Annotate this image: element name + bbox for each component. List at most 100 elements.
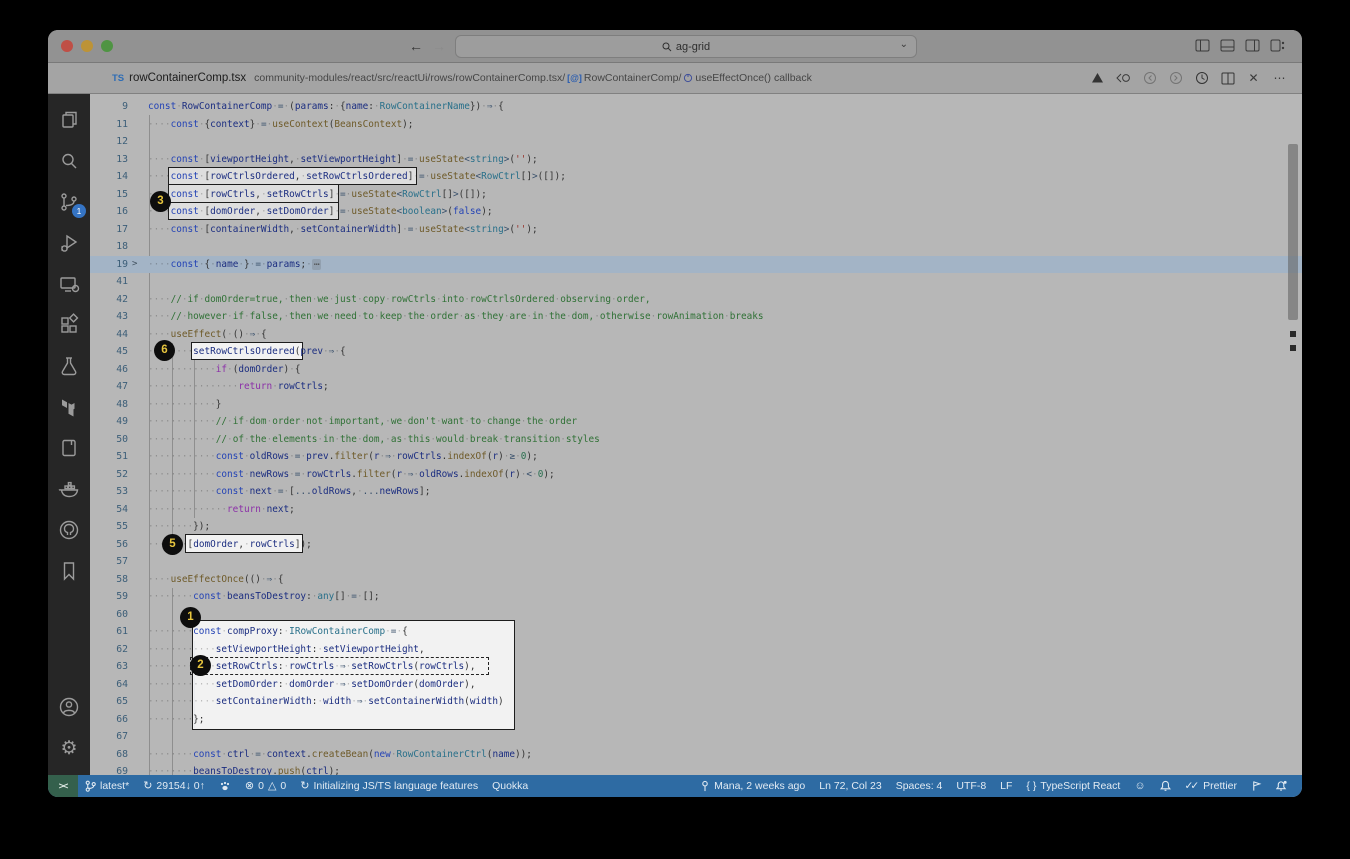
code-line: 68 ········const·ctrl·=·context.createBea… [90,746,1302,764]
remote-indicator[interactable]: >< [48,775,78,797]
zoom-window-button[interactable] [101,40,113,52]
vscode-window: ← → ag-grid ⌄ TS rowContainerComp.tsx co… [48,30,1302,797]
indentation-item[interactable]: Spaces: 4 [889,780,950,792]
notebook-icon[interactable] [55,434,83,462]
code-line: 46 ············if·(domOrder)·{ [90,361,1302,379]
code-line: 61 ········const·compProxy:·IRowContainer… [90,623,1302,641]
code-line: 15 ····const·[rowCtrls,·setRowCtrls]·=·us… [90,186,1302,204]
line-number: 41 [116,276,128,287]
overview-ruler-mark [1290,331,1296,337]
extension-triangle-icon[interactable] [1089,70,1106,87]
quokka-item[interactable]: Quokka [485,780,535,792]
feedback-smiley-item[interactable]: ☺ [1127,780,1152,792]
code-line: 12 [90,133,1302,151]
timeline-icon[interactable] [1193,70,1210,87]
search-icon [662,42,672,51]
code-line: 67 [90,728,1302,746]
settings-gear-icon[interactable]: ⚙ [55,734,83,762]
code-line: 69 ········beansToDestroy.push(ctrl); [90,763,1302,775]
alert-item[interactable] [1153,780,1178,792]
line-number: 12 [116,136,128,147]
symbol-method-icon [684,73,693,83]
eol-item[interactable]: LF [993,780,1019,792]
line-number: 53 [116,486,128,497]
extensions-icon[interactable] [55,311,83,339]
line-number: 45 [116,346,128,357]
minimize-window-button[interactable] [81,40,93,52]
remote-explorer-icon[interactable] [55,270,83,298]
line-number: 64 [116,678,128,690]
encoding-item[interactable]: UTF-8 [949,780,993,792]
problems-item[interactable]: ⊗ 0 △ 0 [238,780,293,792]
customize-layout-icon[interactable] [1269,37,1286,54]
line-number: 19 [116,258,128,270]
search-icon[interactable] [55,147,83,175]
docker-icon[interactable] [55,475,83,503]
code-line: 19 > ····const·{·name·}·=·params;· ⋯ [90,255,1302,274]
line-number: 42 [116,293,128,305]
activity-bar: 1 ⚙ [48,94,90,775]
explorer-icon[interactable] [55,106,83,134]
code-line: 11 ····const·{context}·=·useContext(Beans… [90,116,1302,134]
line-number: 9 [122,101,128,112]
toggle-panel-icon[interactable] [1219,37,1236,54]
code-line: 41 [90,273,1302,291]
scm-badge: 1 [72,204,86,218]
fold-chevron-icon[interactable]: > [132,256,137,274]
flag-item[interactable] [1244,780,1269,792]
source-control-icon[interactable]: 1 [55,188,86,218]
bell-icon [1159,780,1171,791]
code-editor[interactable]: 9 const·RowContainerComp·=·(params:·{name… [90,94,1302,775]
line-number: 11 [116,118,128,130]
cursor-position-item[interactable]: Ln 72, Col 23 [812,780,888,792]
breadcrumb-component[interactable]: RowContainerComp/ [584,72,681,84]
typescript-file-icon: TS [112,72,125,84]
ts-language-features-item[interactable]: ↻ Initializing JS/TS language features [293,780,485,792]
terraform-icon[interactable] [55,393,83,421]
line-number: 48 [116,398,128,410]
open-changes-icon[interactable] [1115,70,1132,87]
bookmark-icon[interactable] [55,557,83,585]
code-line: 63 ············setRowCtrls:·rowCtrls·⇒·se… [90,658,1302,676]
code-line: 58 ····useEffectOnce(()·⇒·{ [90,571,1302,589]
line-number: 68 [116,748,128,760]
close-window-button[interactable] [61,40,73,52]
double-check-icon: ✓✓ [1184,780,1200,792]
code-line: 65 ············setContainerWidth:·width·⇒… [90,693,1302,711]
notifications-item[interactable] [1269,780,1294,792]
language-mode-item[interactable]: { } TypeScript React [1019,780,1127,792]
line-number: 14 [116,171,128,182]
github-icon[interactable] [55,516,83,544]
run-debug-icon[interactable] [55,229,83,257]
paw-icon [220,781,229,790]
breadcrumb: community-modules/react/src/reactUi/rows… [254,72,812,84]
line-number: 56 [116,538,128,550]
breadcrumb-callback[interactable]: useEffectOnce() callback [695,72,812,84]
git-blame-item[interactable]: Mana, 2 weeks ago [693,780,812,792]
git-sync-item[interactable]: ↻ 29154↓ 0↑ [136,780,212,792]
history-forward-button[interactable]: → [429,36,449,56]
testing-icon[interactable] [55,352,83,380]
breadcrumb-path[interactable]: community-modules/react/src/reactUi/rows… [254,72,565,84]
paw-extension-item[interactable] [212,781,238,792]
prettier-item[interactable]: ✓✓ Prettier [1178,780,1244,792]
history-back-button[interactable]: ← [406,36,426,56]
editor-scrollbar[interactable] [1288,144,1298,320]
git-branch-item[interactable]: latest* [78,780,136,792]
more-actions-icon[interactable]: ⋯ [1271,70,1288,87]
tab-file-name[interactable]: rowContainerComp.tsx [129,72,246,84]
account-icon[interactable] [55,693,83,721]
line-number: 54 [116,503,128,515]
line-number: 17 [116,223,128,235]
command-center-search[interactable]: ag-grid ⌄ [455,35,917,58]
toggle-secondary-sidebar-icon[interactable] [1244,37,1261,54]
nav-back-circle-icon[interactable] [1141,70,1158,87]
toggle-sidebar-icon[interactable] [1194,37,1211,54]
code-lines[interactable]: 9 const·RowContainerComp·=·(params:·{name… [90,94,1302,775]
nav-forward-circle-icon[interactable] [1167,70,1184,87]
code-line: 14 ····const·[rowCtrlsOrdered,·setRowCtrl… [90,168,1302,186]
chevron-down-icon[interactable]: ⌄ [900,39,908,50]
line-number: 47 [116,381,128,392]
close-editor-icon[interactable]: ✕ [1245,70,1262,87]
split-editor-icon[interactable] [1219,70,1236,87]
